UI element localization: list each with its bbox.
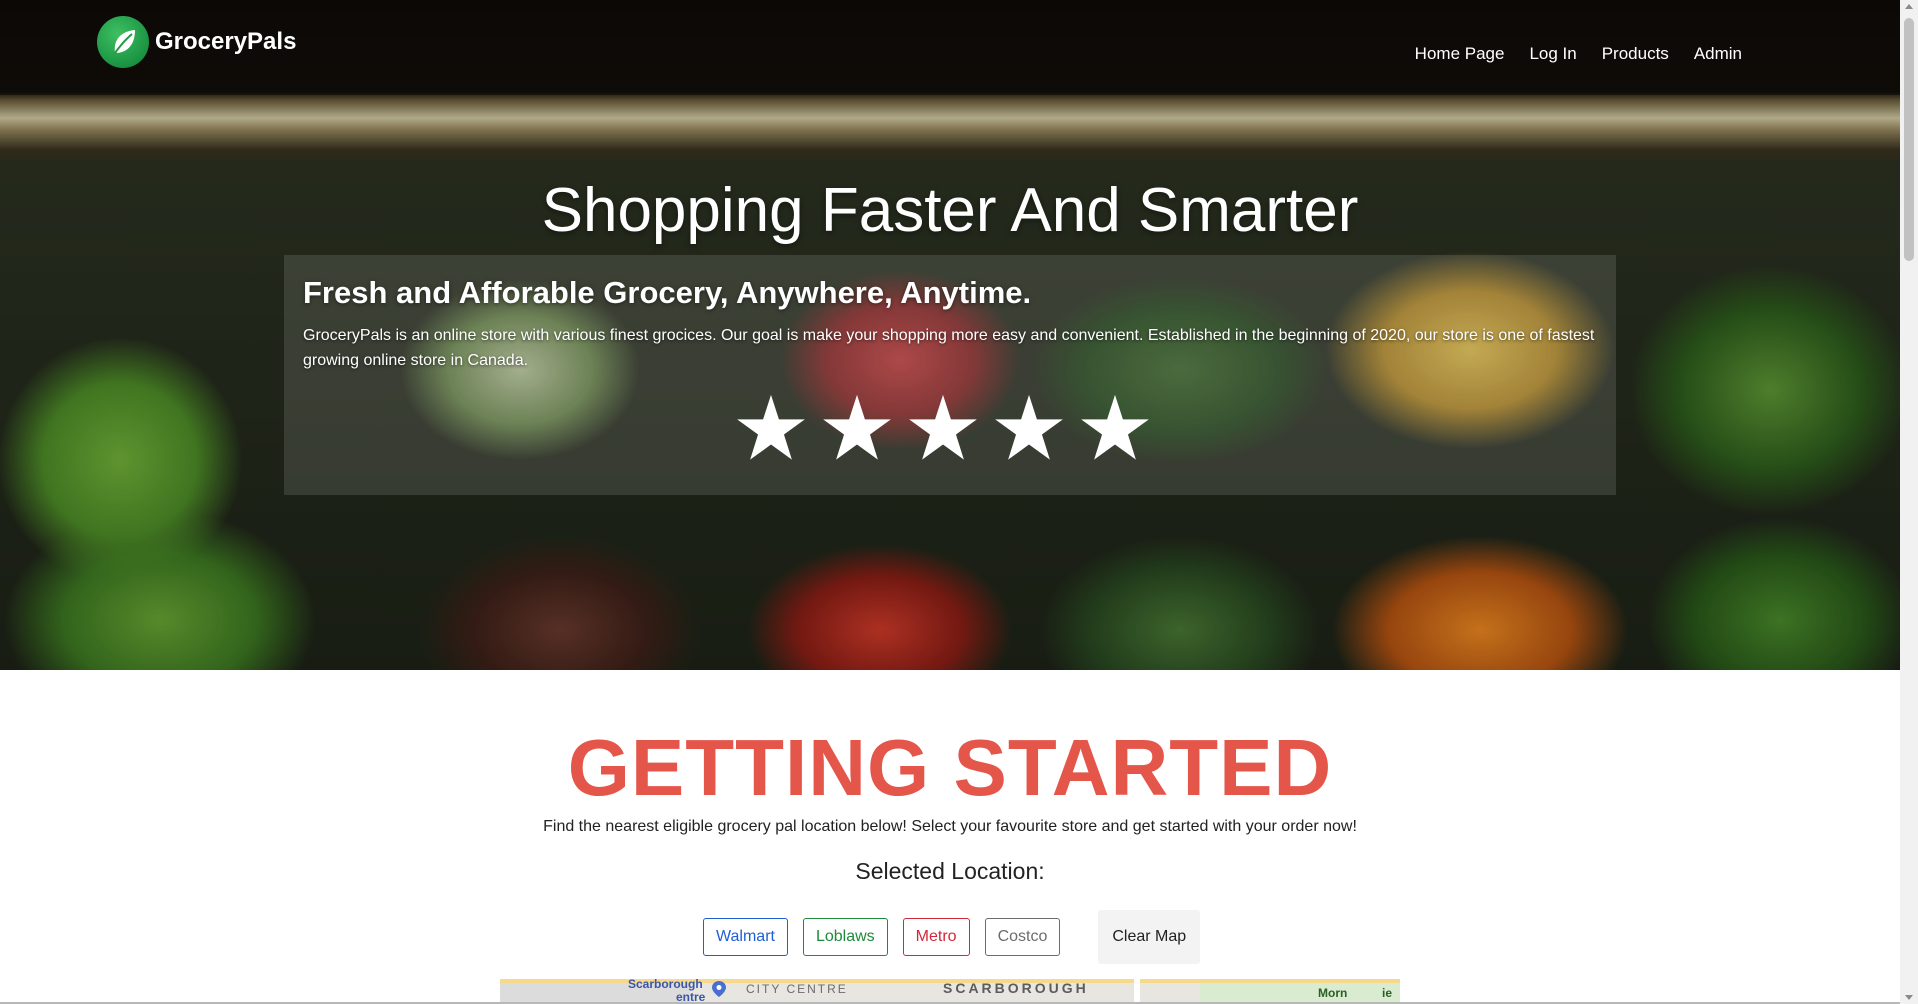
star-icon [823,394,891,460]
getting-started-title: GETTING STARTED [567,723,1333,812]
page: GroceryPals Home Page Log In Products Ad… [0,0,1918,1004]
page-scrollbar[interactable] [1900,0,1918,1004]
scroll-down-arrow-icon[interactable] [1905,995,1913,1000]
nav-link-home[interactable]: Home Page [1415,44,1505,64]
metro-button[interactable]: Metro [902,918,970,956]
map-label-city-centre: CITY CENTRE [746,982,848,996]
star-icon [737,394,805,460]
nav-link-admin[interactable]: Admin [1694,44,1742,64]
getting-started-description: Find the nearest eligible grocery pal lo… [543,818,1357,835]
star-icon [1081,394,1149,460]
walmart-button[interactable]: Walmart [703,918,788,956]
map-pin-icon[interactable] [712,981,726,997]
costco-button[interactable]: Costco [984,918,1061,956]
nav-menu: Home Page Log In Products Admin [1415,44,1742,64]
star-icon [995,394,1063,460]
hero-title: Shopping Faster And Smarter [541,176,1359,245]
rating-stars [735,392,1151,464]
loblaws-button[interactable]: Loblaws [802,918,888,956]
leaf-icon [97,16,149,68]
navbar: GroceryPals Home Page Log In Products Ad… [0,0,1900,95]
scrollbar-thumb[interactable] [1904,18,1914,261]
nav-link-products[interactable]: Products [1602,44,1669,64]
brand-name: GroceryPals [155,28,297,55]
brand-logo-link[interactable]: GroceryPals [97,16,296,68]
star-icon [909,394,977,460]
clear-map-button[interactable]: Clear Map [1098,910,1201,964]
store-filter-buttons: Walmart Loblaws Metro Costco Clear Map [703,910,1201,964]
store-location-map[interactable]: Scarborough entre CITY CENTRE SCARBOROUG… [500,979,1400,1004]
map-label-scarborough: SCARBOROUGH [943,980,1089,996]
hero-section: GroceryPals Home Page Log In Products Ad… [0,0,1900,670]
hero-description: GroceryPals is an online store with vari… [303,327,1595,369]
scroll-up-arrow-icon[interactable] [1905,4,1913,9]
map-label-morningside: Morn [1318,986,1348,1000]
selected-location-label: Selected Location: [855,858,1045,884]
hero-subtitle: Fresh and Afforable Grocery, Anywhere, A… [303,275,1032,310]
map-label-morningside-end: ie [1382,986,1393,1000]
nav-link-login[interactable]: Log In [1529,44,1576,64]
